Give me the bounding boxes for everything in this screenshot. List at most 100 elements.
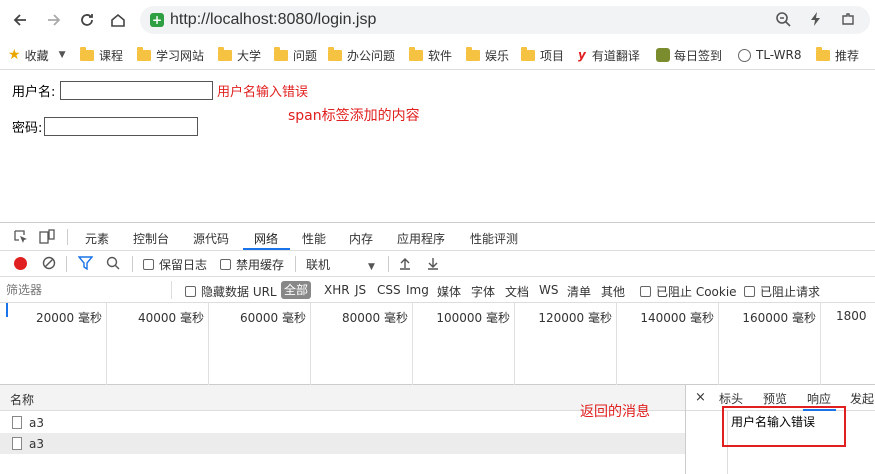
filter-font[interactable]: 字体 [471,283,495,300]
bookmark-label: TL-WR8 [756,48,802,62]
tab-initiator[interactable]: 发起 [850,390,875,407]
bookmark-study-sites[interactable]: 学习网站 [137,46,204,64]
search-icon[interactable] [106,256,120,273]
password-input[interactable] [44,117,198,136]
tab-headers[interactable]: 标头 [719,390,743,407]
throttling-select[interactable]: 联机 ▼ [306,256,375,273]
bookmark-label: 大学 [237,48,262,63]
back-arrow-icon [13,14,26,26]
reload-button[interactable] [75,8,99,32]
bookmark-recommended[interactable]: 推荐 [816,46,859,64]
bookmark-questions[interactable]: 问题 [274,46,317,64]
signin-icon [656,48,670,62]
username-input[interactable] [60,81,213,100]
page-content: 用户名: 用户名输入错误 span标签添加的内容 密码: [0,71,875,222]
close-icon[interactable]: × [695,390,706,405]
timeline-tick-label: 80000 毫秒 [342,311,408,325]
forward-button[interactable] [42,8,66,32]
bookmark-label: 课程 [99,48,124,63]
tab-lighthouse[interactable]: 性能评测 [470,230,518,247]
folder-icon [137,46,151,61]
filter-other[interactable]: 其他 [601,283,625,300]
blocked-cookies-checkbox[interactable]: 已阻止 Cookie [640,283,737,300]
folder-icon [409,46,423,61]
request-name[interactable]: a3 [29,437,44,451]
filter-input[interactable] [6,281,172,299]
filter-js[interactable]: JS [355,283,366,297]
bookmark-label: 收藏 [24,48,49,63]
timeline-tick-label: 100000 毫秒 [436,311,510,325]
checkbox-icon[interactable] [744,286,755,297]
extensions-icon[interactable] [840,11,856,31]
filter-media[interactable]: 媒体 [437,283,461,300]
bookmark-favorites[interactable]: ★ 收藏 ▼ [8,46,66,64]
network-overview-timeline[interactable]: 20000 毫秒 40000 毫秒 60000 毫秒 80000 毫秒 1000… [0,303,875,385]
checkbox-icon[interactable] [640,286,651,297]
tab-sources[interactable]: 源代码 [193,230,229,247]
record-icon[interactable] [14,257,27,270]
url-text[interactable]: http://localhost:8080/login.jsp [170,11,376,29]
document-file-icon [12,437,22,450]
timeline-tick-label: 1800 [836,309,867,323]
tab-response[interactable]: 响应 [807,390,831,407]
home-icon [111,13,125,27]
dropdown-arrow-icon: ▼ [58,50,66,60]
forward-arrow-icon [48,14,61,26]
response-body: 用户名输入错误 [731,415,816,429]
zoom-icon[interactable] [775,11,791,31]
bookmark-label: 每日签到 [673,48,722,63]
bookmark-university[interactable]: 大学 [218,46,261,64]
bookmark-router[interactable]: TL-WR8 [738,46,802,64]
bookmark-youdao[interactable]: y 有道翻译 [578,46,640,64]
preserve-log-label: 保留日志 [159,258,208,272]
disable-cache-checkbox[interactable]: 禁用缓存 [220,256,284,273]
filter-icon[interactable] [77,256,94,273]
bookmark-courses[interactable]: 课程 [80,46,123,64]
bookmark-signin[interactable]: 每日签到 [656,46,722,64]
filter-manifest[interactable]: 清单 [567,283,591,300]
filter-doc[interactable]: 文档 [505,283,529,300]
name-column-header[interactable]: 名称 [10,391,34,408]
device-toolbar-icon[interactable] [39,229,55,248]
tab-memory[interactable]: 内存 [349,230,373,247]
tab-network[interactable]: 网络 [254,230,278,247]
tab-elements[interactable]: 元素 [85,230,109,247]
tab-performance[interactable]: 性能 [302,230,326,247]
clear-icon[interactable] [42,256,56,273]
home-button[interactable] [106,8,130,32]
export-har-icon[interactable] [426,256,440,273]
checkbox-icon[interactable] [185,286,196,297]
request-row[interactable]: a3 [0,433,686,454]
tab-application[interactable]: 应用程序 [397,230,445,247]
hide-data-url-checkbox[interactable]: 隐藏数据 URL [185,283,277,300]
preserve-log-checkbox[interactable]: 保留日志 [143,256,207,273]
divider [295,256,296,272]
bookmark-entertainment[interactable]: 娱乐 [466,46,509,64]
folder-icon [466,46,480,61]
address-bar[interactable]: + http://localhost:8080/login.jsp [140,6,870,34]
devtools-tab-bar: 元素 控制台 源代码 网络 性能 内存 应用程序 性能评测 [0,223,875,251]
import-har-icon[interactable] [398,256,412,273]
filter-xhr[interactable]: XHR [324,283,350,297]
bookmark-office-questions[interactable]: 办公问题 [328,46,395,64]
request-name[interactable]: a3 [29,416,44,430]
divider [388,256,389,272]
blocked-requests-checkbox[interactable]: 已阻止请求 [744,283,820,300]
filter-img[interactable]: Img [406,283,429,297]
timeline-gridline [820,303,821,385]
tab-console[interactable]: 控制台 [133,230,169,247]
checkbox-icon[interactable] [143,259,154,270]
lightning-icon[interactable] [808,11,824,31]
tab-preview[interactable]: 预览 [763,390,787,407]
filter-css[interactable]: CSS [377,283,401,297]
divider [132,256,133,272]
checkbox-icon[interactable] [220,259,231,270]
filter-all-button[interactable]: 全部 [281,281,311,299]
bookmark-projects[interactable]: 项目 [521,46,564,64]
bookmark-label: 推荐 [835,48,860,63]
back-button[interactable] [8,8,32,32]
timeline-tick-label: 140000 毫秒 [640,311,714,325]
inspect-element-icon[interactable] [13,229,29,248]
filter-ws[interactable]: WS [539,283,558,297]
bookmark-software[interactable]: 软件 [409,46,452,64]
